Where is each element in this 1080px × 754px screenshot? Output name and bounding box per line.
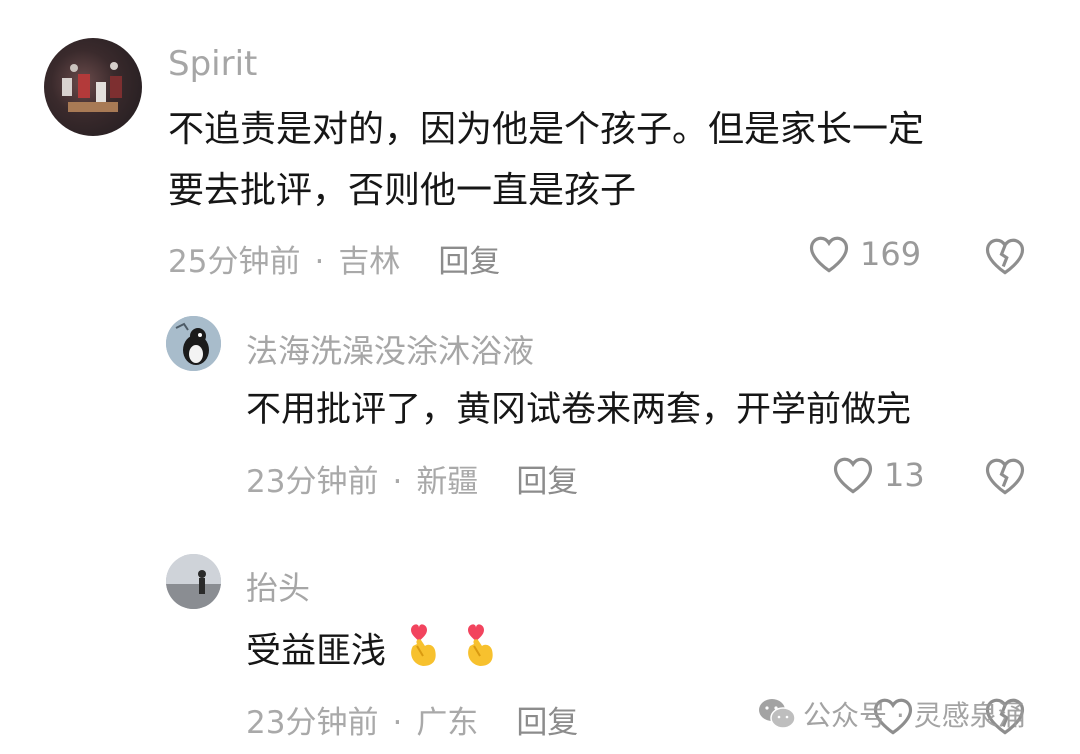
- comment-text: 受益匪浅: [246, 616, 500, 689]
- watermark-text: 公众号 · 灵感泉涌: [803, 699, 1026, 732]
- comment-text-line: 不追责是对的，因为他是个孩子。但是家长一定: [168, 109, 925, 150]
- watermark: 公众号 · 灵感泉涌: [757, 694, 1026, 734]
- reply-button[interactable]: 回复: [438, 236, 500, 281]
- comment-text-line: 受益匪浅: [246, 631, 387, 672]
- separator: ·: [392, 464, 403, 500]
- reply-button[interactable]: 回复: [516, 697, 578, 742]
- username[interactable]: 法海洗澡没涂沐浴液: [246, 326, 534, 372]
- avatar[interactable]: [44, 38, 142, 136]
- avatar[interactable]: [166, 554, 221, 609]
- comment-meta: 25分钟前 · 吉林 回复: [168, 236, 500, 281]
- like-count: 13: [884, 456, 925, 494]
- comment-meta: 23分钟前 · 广东 回复: [246, 697, 578, 742]
- separator: ·: [392, 705, 403, 741]
- location: 吉林: [338, 244, 401, 280]
- timestamp: 23分钟前: [246, 464, 379, 500]
- separator: ·: [314, 244, 325, 280]
- comment-meta: 23分钟前 · 新疆 回复: [246, 456, 578, 501]
- heart-outline-icon: [833, 457, 873, 494]
- location: 广东: [416, 705, 479, 741]
- location: 新疆: [416, 464, 479, 500]
- reply-button[interactable]: 回复: [516, 456, 578, 501]
- heart-outline-icon: [809, 236, 849, 273]
- comment-text-line: 不用批评了，黄冈试卷来两套，开学前做完: [246, 390, 912, 430]
- like-button[interactable]: 169: [808, 234, 921, 274]
- like-count: 169: [860, 235, 922, 273]
- broken-heart-icon: [985, 458, 1025, 495]
- username[interactable]: Spirit: [168, 44, 257, 84]
- username[interactable]: 抬头: [246, 563, 310, 609]
- finger-heart-emoji: [460, 616, 500, 689]
- timestamp: 25分钟前: [168, 244, 301, 280]
- dislike-button[interactable]: [984, 456, 1026, 500]
- wechat-icon: [759, 699, 796, 729]
- finger-heart-emoji: [403, 616, 443, 689]
- comment-text-line: 要去批评，否则他一直是孩子: [168, 170, 637, 211]
- broken-heart-icon: [985, 238, 1025, 275]
- timestamp: 23分钟前: [246, 705, 379, 741]
- avatar[interactable]: [166, 316, 221, 371]
- like-button[interactable]: 13: [832, 455, 925, 495]
- dislike-button[interactable]: [984, 236, 1026, 280]
